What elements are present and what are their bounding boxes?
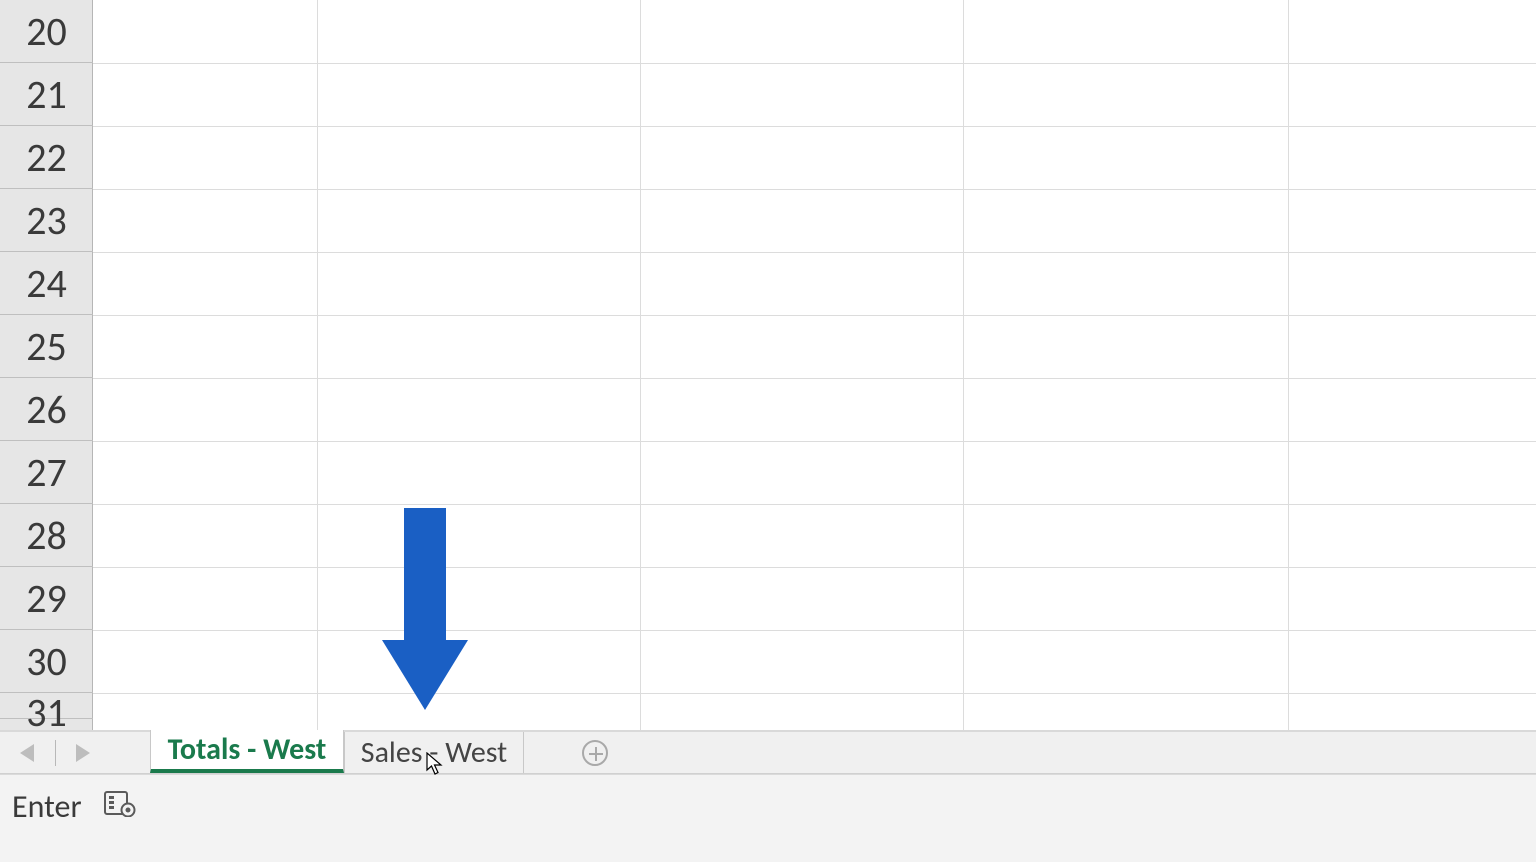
row-header[interactable]: 21	[0, 63, 93, 126]
plus-circle-icon	[582, 740, 608, 766]
down-arrow-icon	[404, 508, 446, 708]
sheet-tab-totals-west[interactable]: Totals - West	[150, 730, 344, 773]
sheet-tab-sales-west[interactable]: Sales - West	[344, 732, 524, 773]
row-header[interactable]: 29	[0, 567, 93, 630]
chevron-left-icon	[20, 744, 34, 762]
row-gridline	[93, 315, 1536, 316]
row-header-gutter: 20 21 22 23 24 25 26 27 28 29 30 31	[0, 0, 93, 730]
row-gridline	[93, 189, 1536, 190]
row-gridline	[93, 126, 1536, 127]
sheet-nav-next-button[interactable]	[70, 740, 96, 766]
row-header[interactable]: 30	[0, 630, 93, 693]
row-gridline	[93, 504, 1536, 505]
row-header[interactable]: 22	[0, 126, 93, 189]
column-gridline	[963, 0, 964, 730]
row-gridline	[93, 63, 1536, 64]
row-header[interactable]: 27	[0, 441, 93, 504]
row-gridline	[93, 252, 1536, 253]
row-header[interactable]: 25	[0, 315, 93, 378]
new-sheet-button[interactable]	[570, 732, 620, 773]
status-bar: Enter	[0, 774, 1536, 862]
row-header[interactable]: 31	[0, 693, 93, 719]
cell-mode-indicator: Enter	[12, 787, 82, 826]
divider	[55, 740, 56, 766]
row-gridline	[93, 630, 1536, 631]
row-gridline	[93, 693, 1536, 694]
sheet-tab-label: Totals - West	[168, 731, 327, 768]
chevron-right-icon	[76, 744, 90, 762]
sheet-nav-prev-button[interactable]	[14, 740, 40, 766]
row-header[interactable]: 20	[0, 0, 93, 63]
row-gridline	[93, 378, 1536, 379]
row-gridline	[93, 567, 1536, 568]
column-gridline	[1288, 0, 1289, 730]
sheet-nav-controls	[0, 732, 110, 773]
spreadsheet-grid[interactable]: 20 21 22 23 24 25 26 27 28 29 30 31	[0, 0, 1536, 730]
sheet-tab-label: Sales - West	[361, 734, 507, 771]
row-header[interactable]: 28	[0, 504, 93, 567]
row-gridline	[93, 441, 1536, 442]
sheet-tabs-strip: Totals - West Sales - West	[0, 730, 1536, 774]
column-gridline	[640, 0, 641, 730]
row-header[interactable]: 26	[0, 378, 93, 441]
macro-record-icon	[104, 789, 136, 817]
column-gridline	[317, 0, 318, 730]
row-header[interactable]: 24	[0, 252, 93, 315]
row-header[interactable]: 23	[0, 189, 93, 252]
macro-record-button[interactable]	[104, 789, 136, 817]
